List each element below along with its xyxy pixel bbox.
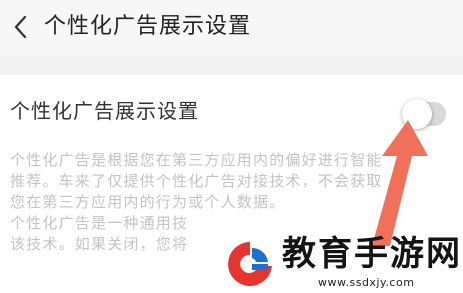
brand-name: 教育手游网 — [282, 234, 462, 274]
top-bar: 个性化广告展示设置 — [0, 0, 463, 56]
watermark: 教育手游网 www.ssdxjy.com — [222, 232, 463, 293]
section-divider — [0, 56, 463, 75]
setting-label: 个性化广告展示设置 — [10, 99, 199, 123]
brand-logo-icon — [224, 238, 276, 290]
brand-url: www.ssdxjy.com — [318, 276, 415, 289]
chevron-left-icon — [14, 15, 27, 39]
page-title: 个性化广告展示设置 — [44, 14, 252, 39]
annotation-arrow — [372, 120, 428, 246]
back-button[interactable] — [4, 10, 38, 44]
